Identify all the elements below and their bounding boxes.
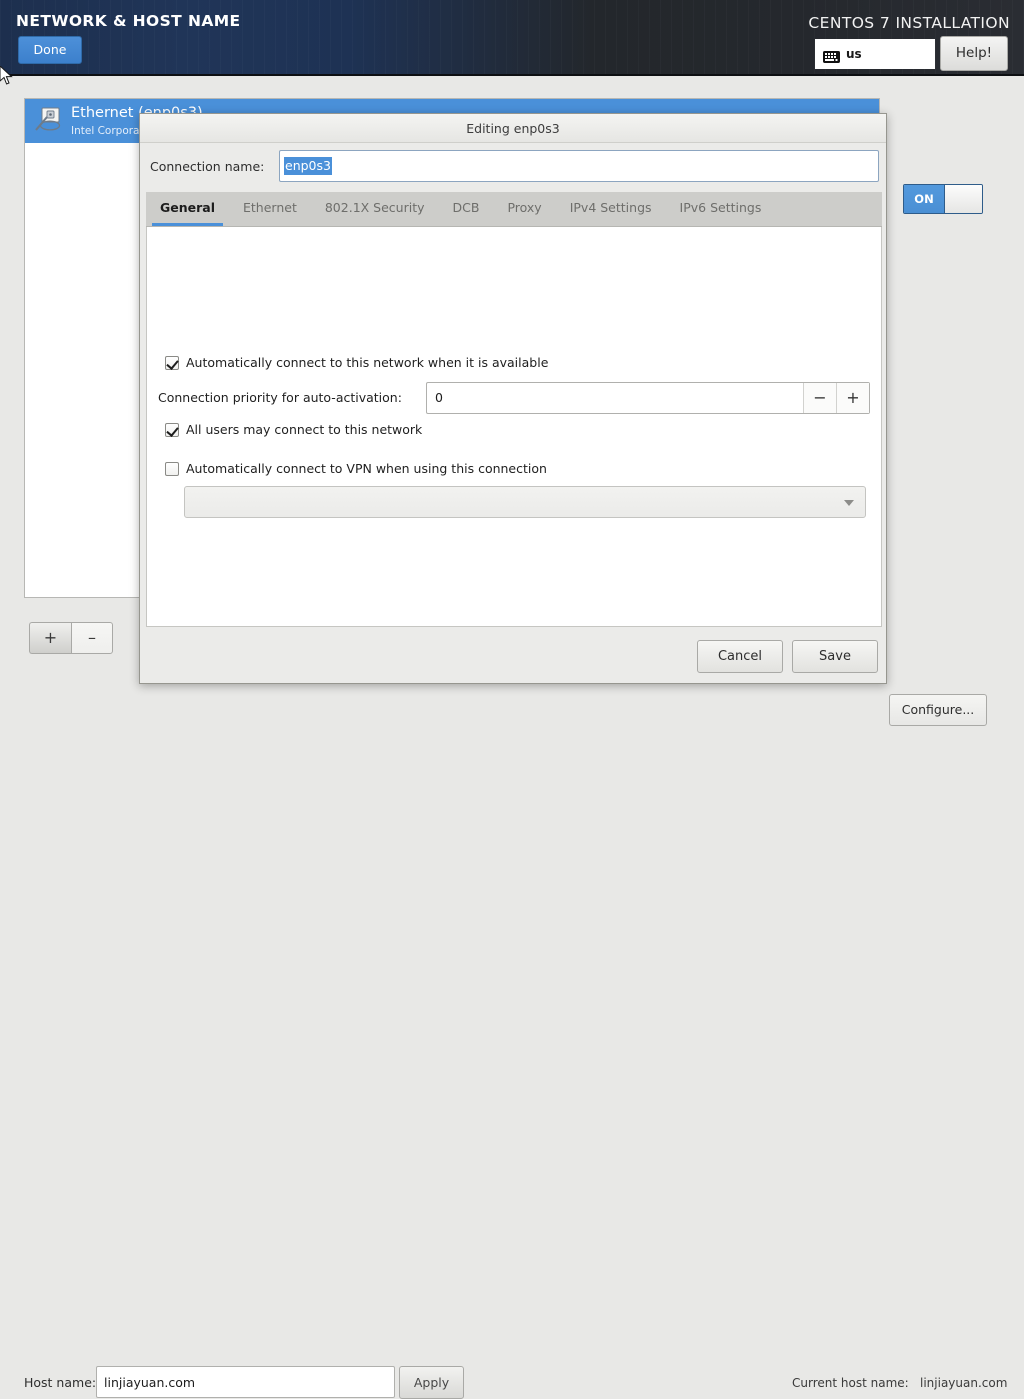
mouse-cursor: [0, 65, 14, 86]
hostname-input[interactable]: [96, 1366, 395, 1398]
apply-button[interactable]: Apply: [399, 1366, 464, 1399]
tab-ethernet[interactable]: Ethernet: [229, 192, 311, 226]
device-list-actions: + –: [29, 622, 113, 654]
tab-dcb[interactable]: DCB: [439, 192, 494, 226]
current-hostname-label: Current host name:: [792, 1376, 909, 1390]
connection-priority-stepper[interactable]: 0 − +: [426, 382, 870, 414]
configure-button[interactable]: Configure...: [889, 694, 987, 726]
ethernet-card-icon: [33, 106, 63, 136]
dialog-action-buttons: Cancel Save: [688, 640, 878, 673]
device-power-toggle[interactable]: ON: [903, 184, 983, 214]
hostname-label: Host name:: [24, 1375, 97, 1390]
dialog-titlebar[interactable]: Editing enp0s3: [140, 114, 886, 143]
toggle-state-label: ON: [904, 185, 945, 213]
tab-proxy[interactable]: Proxy: [493, 192, 555, 226]
chevron-down-icon: [844, 500, 854, 506]
help-button[interactable]: Help!: [940, 36, 1008, 71]
connection-name-label: Connection name:: [150, 159, 265, 174]
all-users-label: All users may connect to this network: [186, 422, 423, 437]
remove-device-button[interactable]: –: [71, 622, 113, 654]
toggle-knob[interactable]: [945, 185, 982, 213]
dialog-title: Editing enp0s3: [466, 121, 560, 136]
cancel-button[interactable]: Cancel: [697, 640, 783, 673]
tab-ipv6-settings[interactable]: IPv6 Settings: [666, 192, 776, 226]
edit-connection-dialog: Editing enp0s3 Connection name: enp0s3 G…: [139, 113, 887, 684]
keyboard-icon: [823, 48, 840, 63]
installer-header: NETWORK & HOST NAME Done CENTOS 7 INSTAL…: [0, 0, 1024, 76]
keyboard-layout-label: us: [846, 47, 862, 61]
installation-label: CENTOS 7 INSTALLATION: [808, 14, 1010, 32]
save-button[interactable]: Save: [792, 640, 878, 673]
autoconnect-label: Automatically connect to this network wh…: [186, 355, 549, 370]
autoconnect-checkbox[interactable]: [165, 355, 179, 370]
connection-priority-value[interactable]: 0: [427, 383, 803, 413]
tab-ipv4-settings[interactable]: IPv4 Settings: [556, 192, 666, 226]
page-title: NETWORK & HOST NAME: [16, 12, 241, 30]
connection-priority-row: Connection priority for auto-activation:…: [158, 382, 870, 414]
autoconnect-row: Automatically connect to this network wh…: [165, 355, 548, 370]
connection-name-value: enp0s3: [284, 157, 332, 175]
dialog-tabs: General Ethernet 802.1X Security DCB Pro…: [146, 192, 882, 227]
keyboard-layout-indicator[interactable]: us: [815, 39, 935, 69]
done-button[interactable]: Done: [18, 36, 82, 64]
connection-priority-label: Connection priority for auto-activation:: [158, 390, 402, 405]
connection-name-input[interactable]: enp0s3: [279, 150, 879, 182]
priority-increment-button[interactable]: +: [836, 383, 869, 413]
tab-general[interactable]: General: [146, 192, 229, 226]
vpn-autoconnect-label: Automatically connect to VPN when using …: [186, 461, 547, 476]
all-users-checkbox[interactable]: [165, 422, 179, 437]
all-users-row: All users may connect to this network: [165, 422, 422, 437]
tab-8021x-security[interactable]: 802.1X Security: [311, 192, 439, 226]
tab-panel-general: Automatically connect to this network wh…: [146, 227, 882, 627]
vpn-autoconnect-row: Automatically connect to VPN when using …: [165, 461, 547, 476]
hostname-bar: Host name: Apply Current host name: linj…: [0, 680, 1024, 1399]
add-device-button[interactable]: +: [29, 622, 71, 654]
vpn-autoconnect-checkbox[interactable]: [165, 461, 179, 476]
priority-decrement-button[interactable]: −: [803, 383, 836, 413]
vpn-connection-select[interactable]: [184, 486, 866, 518]
current-hostname-value: linjiayuan.com: [920, 1376, 1008, 1390]
